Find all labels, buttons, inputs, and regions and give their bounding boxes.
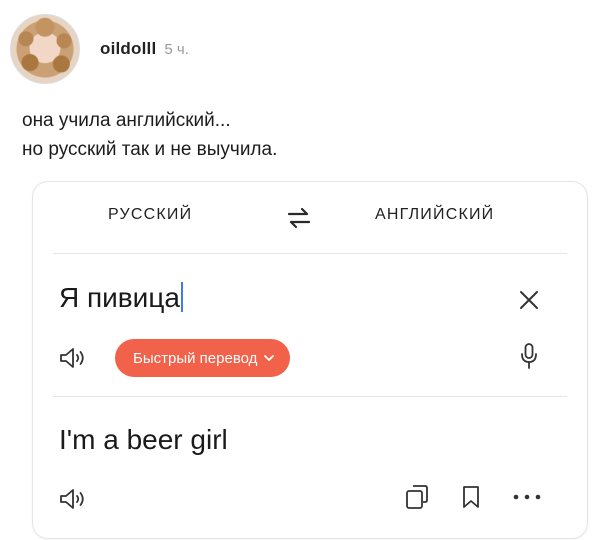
quick-translate-button[interactable]: Быстрый перевод <box>115 339 291 377</box>
quick-translate-label: Быстрый перевод <box>133 349 258 367</box>
speaker-icon[interactable] <box>59 346 89 370</box>
post-caption: она учила английский... но русский так и… <box>22 106 277 164</box>
source-text-input[interactable]: Я пивица <box>59 282 183 314</box>
target-language-button[interactable]: АНГЛИЙСКИЙ <box>375 206 494 224</box>
divider <box>53 253 567 254</box>
post-header: oildolll 5 ч. <box>10 14 189 84</box>
close-icon[interactable] <box>517 288 541 312</box>
post-time: 5 ч. <box>164 40 189 58</box>
text-caret <box>180 282 183 312</box>
author-name[interactable]: oildolll <box>100 39 156 59</box>
translator-card: РУССКИЙ АНГЛИЙСКИЙ Я пивица Быстрый пере… <box>32 181 588 539</box>
swap-languages-icon[interactable] <box>286 206 312 230</box>
copy-icon[interactable] <box>404 482 430 510</box>
divider <box>53 396 567 397</box>
chevron-down-icon <box>264 354 275 361</box>
caption-line: но русский так и не выучила. <box>22 139 278 160</box>
translation-text: I'm a beer girl <box>59 424 228 455</box>
source-language-button[interactable]: РУССКИЙ <box>108 206 192 224</box>
more-icon[interactable] <box>512 492 542 502</box>
caption-line: она учила английский... <box>22 110 231 131</box>
speaker-icon[interactable] <box>59 487 89 511</box>
microphone-icon[interactable] <box>519 342 539 370</box>
avatar[interactable] <box>10 14 80 84</box>
source-text: Я пивица <box>59 282 180 313</box>
language-bar: РУССКИЙ АНГЛИЙСКИЙ <box>33 182 587 254</box>
bookmark-icon[interactable] <box>461 484 481 510</box>
